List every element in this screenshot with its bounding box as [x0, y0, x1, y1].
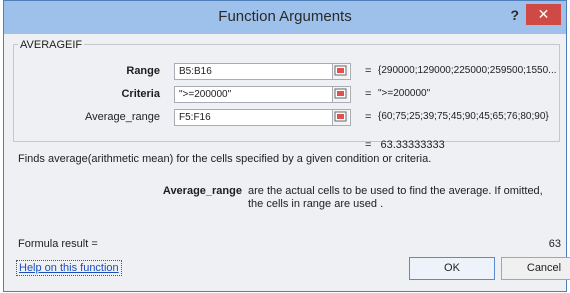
criteria-picker-icon — [334, 88, 347, 99]
cancel-button[interactable]: Cancel — [501, 257, 570, 280]
function-name-label: AVERAGEIF — [18, 39, 85, 51]
formula-preview-value: 63.33333333 — [380, 139, 445, 151]
average-range-picker-icon — [334, 111, 347, 122]
arg-help-name: Average_range — [162, 185, 242, 197]
criteria-input[interactable]: ">=200000" — [174, 86, 351, 103]
criteria-equals: = — [365, 88, 372, 100]
average-range-equals: = — [365, 111, 372, 123]
average-range-label: Average_range — [84, 111, 160, 123]
average-range-input[interactable]: F5:F16 — [174, 109, 351, 126]
arg-help-text: are the actual cells to be used to find … — [248, 185, 543, 210]
range-input[interactable]: B5:B16 — [174, 63, 351, 80]
range-picker-icon — [334, 65, 347, 76]
function-description: Finds average(arithmetic mean) for the c… — [18, 153, 432, 165]
help-on-function-link[interactable]: Help on this function — [16, 260, 122, 276]
range-equals: = — [365, 65, 372, 77]
formula-preview-equals: = — [365, 139, 372, 151]
formula-result-value: 63 — [548, 238, 561, 250]
average-range-collapse-button[interactable] — [332, 110, 349, 125]
criteria-result: ">=200000" — [378, 88, 431, 99]
criteria-collapse-button[interactable] — [332, 87, 349, 102]
range-collapse-button[interactable] — [332, 64, 349, 79]
close-button[interactable]: ✕ — [526, 4, 561, 25]
ok-button[interactable]: OK — [409, 257, 495, 280]
range-label: Range — [126, 65, 160, 77]
formula-preview: = 63.33333333 — [365, 139, 445, 151]
formula-result-label: Formula result = — [18, 238, 98, 250]
dialog-title: Function Arguments — [218, 8, 352, 25]
help-icon[interactable]: ? — [510, 7, 519, 23]
function-arguments-dialog: Function Arguments ? ✕ AVERAGEIF Range B… — [3, 0, 570, 292]
average-range-result: {60;75;25;39;75;45;90;45;65;76;80;90} — [378, 111, 549, 122]
range-result: {290000;129000;225000;259500;1550... — [378, 65, 557, 76]
title-bar: Function Arguments ? ✕ — [4, 1, 566, 34]
criteria-label: Criteria — [121, 88, 160, 100]
